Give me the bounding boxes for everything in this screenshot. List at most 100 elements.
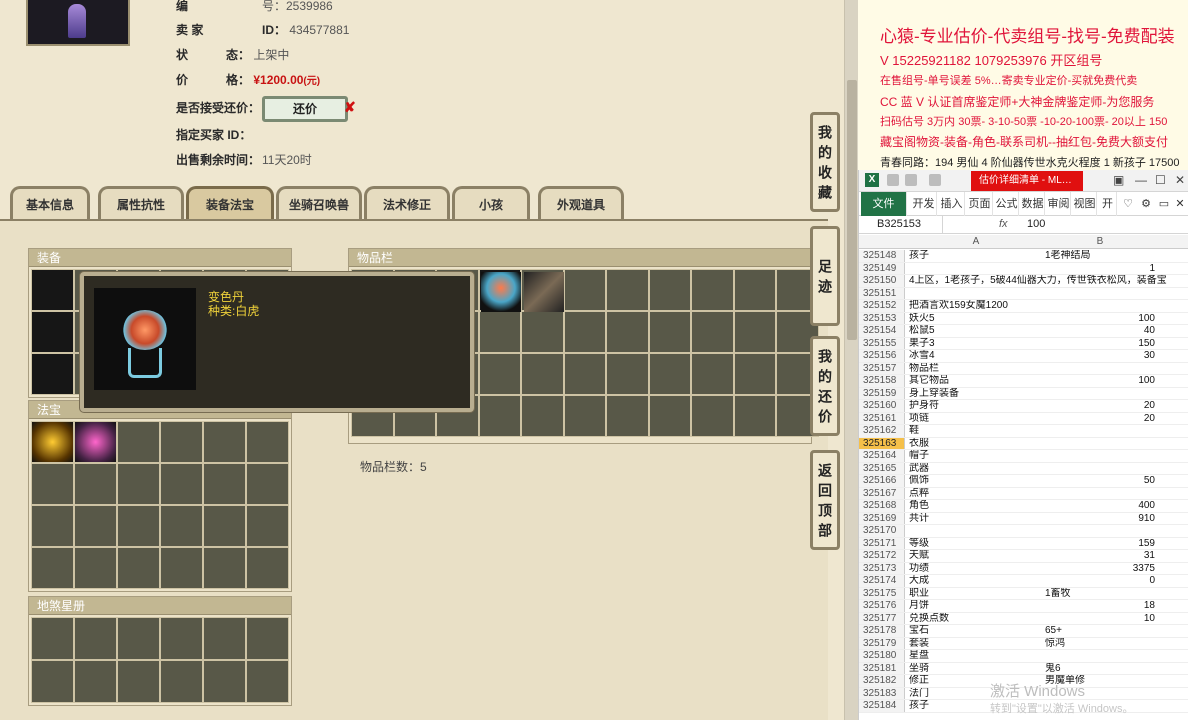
cell-b[interactable]: 100 <box>1045 313 1155 325</box>
inventory-slot[interactable] <box>733 269 776 311</box>
cell-a[interactable]: 星盘 <box>909 650 1043 662</box>
table-row[interactable]: 325157 物品栏 <box>859 362 1188 375</box>
constellation-slot[interactable] <box>203 617 246 660</box>
table-row[interactable]: 325155 果子3 150 <box>859 337 1188 350</box>
tab-spell-correction[interactable]: 法术修正 <box>364 186 450 220</box>
treasure-slot[interactable] <box>246 505 289 547</box>
inventory-slot[interactable] <box>521 353 564 395</box>
treasure-slot[interactable] <box>31 463 74 505</box>
tab-mounts-summons[interactable]: 坐骑召唤兽 <box>276 186 362 220</box>
inventory-slot[interactable] <box>563 269 606 311</box>
cell-b[interactable]: 30 <box>1045 350 1155 362</box>
table-row[interactable]: 325163 衣服 <box>859 437 1188 450</box>
row-number[interactable]: 325167 <box>859 487 905 500</box>
table-row[interactable]: 325177 兑换点数 10 <box>859 612 1188 625</box>
cell-b[interactable]: 31 <box>1045 550 1155 562</box>
inventory-slot[interactable] <box>648 353 691 395</box>
cell-b[interactable]: 40 <box>1045 325 1155 337</box>
inventory-slot[interactable] <box>478 311 521 353</box>
redo-icon[interactable] <box>929 174 941 186</box>
constellation-slot[interactable] <box>160 660 203 703</box>
inventory-slot[interactable] <box>606 311 649 353</box>
cell-b[interactable]: 鬼6 <box>1045 663 1155 675</box>
inventory-slot[interactable] <box>733 353 776 395</box>
tab-appearance[interactable]: 外观道具 <box>538 186 624 220</box>
inventory-slot[interactable] <box>691 311 734 353</box>
cell-a[interactable]: 妖火5 <box>909 313 1043 325</box>
row-number[interactable]: 325175 <box>859 587 905 600</box>
table-row[interactable]: 325151 <box>859 287 1188 300</box>
row-number[interactable]: 325180 <box>859 650 905 662</box>
row-number[interactable]: 325168 <box>859 500 905 512</box>
treasure-slot[interactable] <box>203 421 246 463</box>
my-haggle-button[interactable]: 我的还价 <box>810 336 840 436</box>
row-number[interactable]: 325163 <box>859 437 905 450</box>
row-number[interactable]: 325161 <box>859 412 905 425</box>
scrollbar-thumb[interactable] <box>847 80 857 340</box>
cell-a[interactable]: 共计 <box>909 513 1043 525</box>
row-number[interactable]: 325153 <box>859 312 905 325</box>
cell-a[interactable]: 身上穿装备 <box>909 388 1043 400</box>
close-doc-icon[interactable]: ✕ <box>1173 192 1187 216</box>
save-icon[interactable] <box>887 174 899 186</box>
row-number[interactable]: 325165 <box>859 462 905 475</box>
cell-a[interactable]: 把酒言欢159女魔1200 <box>909 300 1043 312</box>
undo-icon[interactable] <box>905 174 917 186</box>
treasure-slot[interactable] <box>74 421 117 463</box>
column-header-a[interactable]: A <box>909 235 1043 249</box>
cell-a[interactable]: 4上区，1老孩子，5破44仙器大力，传世铁衣松风，装备宝 <box>909 275 1167 287</box>
cell-a[interactable]: 帽子 <box>909 450 1043 462</box>
constellation-slot[interactable] <box>160 617 203 660</box>
help-icon[interactable]: ♡ <box>1121 192 1135 216</box>
cell-a[interactable]: 天赋 <box>909 550 1043 562</box>
treasure-slot[interactable] <box>160 547 203 589</box>
constellation-slot[interactable] <box>74 660 117 703</box>
cell-b[interactable]: 1老神结局 <box>1045 250 1155 262</box>
cell-a[interactable]: 项链 <box>909 413 1043 425</box>
equipment-slot[interactable] <box>31 353 74 395</box>
row-number[interactable]: 325150 <box>859 275 905 287</box>
cell-b[interactable]: 50 <box>1045 475 1155 487</box>
cell-a[interactable]: 护身符 <box>909 400 1043 412</box>
inventory-slot[interactable] <box>478 395 521 437</box>
inventory-slot[interactable] <box>691 353 734 395</box>
ribbon-tab-developer[interactable]: 开发 <box>911 192 937 216</box>
haggle-button[interactable]: 还价 <box>262 96 348 122</box>
table-row[interactable]: 325173 功绩 3375 <box>859 562 1188 575</box>
constellation-slot[interactable] <box>246 660 289 703</box>
inventory-slot[interactable] <box>733 311 776 353</box>
row-number[interactable]: 325182 <box>859 675 905 687</box>
treasure-slot[interactable] <box>74 547 117 589</box>
settings-icon[interactable]: ⚙ <box>1139 192 1153 216</box>
treasure-slot[interactable] <box>203 463 246 505</box>
cell-a[interactable]: 其它物品 <box>909 375 1043 387</box>
cell-a[interactable]: 职业 <box>909 588 1043 600</box>
cell-b[interactable]: 20 <box>1045 413 1155 425</box>
row-number[interactable]: 325179 <box>859 637 905 650</box>
treasure-slot[interactable] <box>117 505 160 547</box>
cell-a[interactable]: 物品栏 <box>909 363 1043 375</box>
row-number[interactable]: 325169 <box>859 512 905 525</box>
inventory-slot[interactable] <box>563 353 606 395</box>
fx-icon[interactable]: fx <box>999 216 1008 233</box>
column-header-b[interactable]: B <box>1045 235 1155 249</box>
treasure-slot[interactable] <box>31 547 74 589</box>
inventory-item-figure[interactable] <box>524 272 564 312</box>
table-row[interactable]: 325148 孩子 1老神结局 <box>859 250 1188 263</box>
cell-b[interactable]: 20 <box>1045 400 1155 412</box>
constellation-slot[interactable] <box>31 617 74 660</box>
row-number[interactable]: 325176 <box>859 600 905 612</box>
ribbon-tab-data[interactable]: 数据 <box>1021 192 1045 216</box>
ribbon-tab-review[interactable]: 审阅 <box>1047 192 1071 216</box>
table-row[interactable]: 325158 其它物品 100 <box>859 375 1188 388</box>
treasure-slot[interactable] <box>74 463 117 505</box>
constellation-slot[interactable] <box>31 660 74 703</box>
row-number[interactable]: 325171 <box>859 537 905 550</box>
table-row[interactable]: 325176 月饼 18 <box>859 600 1188 613</box>
inventory-slot[interactable] <box>563 395 606 437</box>
table-row[interactable]: 325164 帽子 <box>859 450 1188 463</box>
inventory-slot[interactable] <box>478 353 521 395</box>
table-row[interactable]: 325167 点粹 <box>859 487 1188 500</box>
cell-a[interactable]: 等级 <box>909 538 1043 550</box>
tab-child[interactable]: 小孩 <box>452 186 530 220</box>
